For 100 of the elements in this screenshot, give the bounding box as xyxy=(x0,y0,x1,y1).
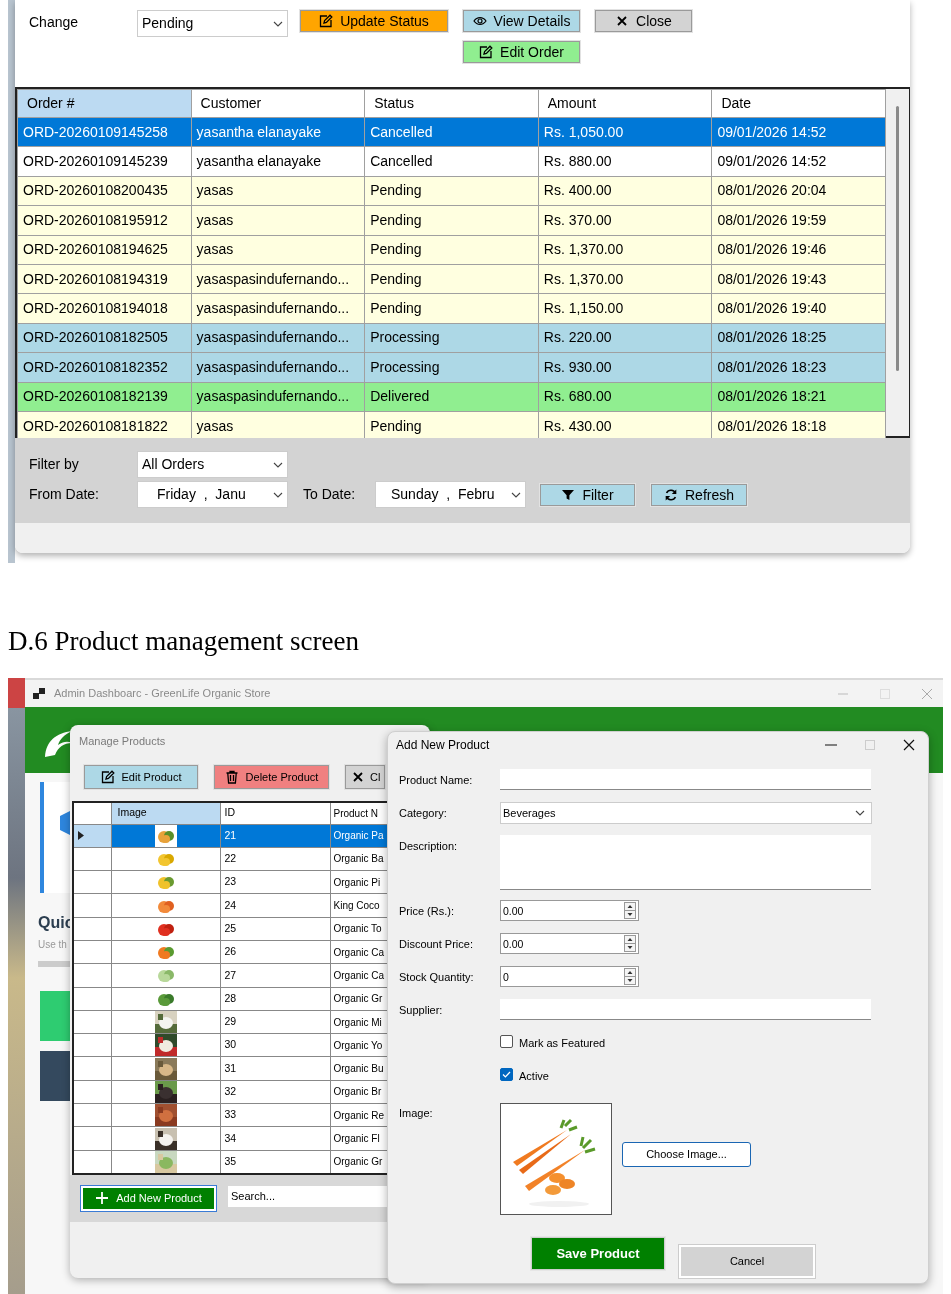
table-cell: 29 xyxy=(220,1010,330,1034)
table-row[interactable]: 30 Organic Yo xyxy=(73,1033,388,1057)
table-cell: Rs. 880.00 xyxy=(538,146,712,177)
table-row[interactable]: ORD-20260108182505 yasaspasindufernando... Processing Rs. 220.00 08/01/2026 18:25 xyxy=(17,323,886,353)
table-row[interactable]: ORD-20260108200435 yasas Pending Rs. 400.00 08/01/2026 20:04 xyxy=(17,176,886,206)
save-product-button[interactable]: Save Product xyxy=(531,1237,665,1270)
number-field[interactable]: 0.00 xyxy=(500,933,639,954)
row-header[interactable] xyxy=(73,1033,111,1057)
scrollbar[interactable] xyxy=(886,89,909,436)
table-row[interactable]: ORD-20260108194319 yasaspasindufernando... Pending Rs. 1,370.00 08/01/2026 19:43 xyxy=(17,264,886,294)
row-header[interactable] xyxy=(73,824,111,848)
refresh-icon xyxy=(664,487,678,502)
refresh-button[interactable]: Refresh xyxy=(651,483,747,506)
action-tile[interactable] xyxy=(40,991,72,1041)
text-field[interactable] xyxy=(500,769,871,790)
row-header[interactable] xyxy=(73,917,111,941)
table-cell: Processing xyxy=(364,352,539,382)
row-header[interactable] xyxy=(73,963,111,988)
edit-order-button[interactable]: Edit Order xyxy=(463,41,580,63)
row-header[interactable] xyxy=(73,893,111,918)
field-label: Discount Price: xyxy=(399,937,474,952)
column-header[interactable]: Amount xyxy=(538,89,712,118)
delete-product-button[interactable]: Delete Product xyxy=(214,765,329,789)
table-cell: ORD-20260108195912 xyxy=(17,205,192,236)
plus-icon xyxy=(95,1191,110,1206)
column-header[interactable]: Date xyxy=(711,89,886,118)
table-row[interactable]: 24 King Coco xyxy=(73,893,388,918)
date-picker[interactable]: Friday , Janu xyxy=(137,481,288,508)
table-cell: 28 xyxy=(220,987,330,1011)
table-cell: ORD-20260108182352 xyxy=(17,352,192,382)
caret-icon xyxy=(855,810,865,816)
column-header[interactable]: Order # xyxy=(17,89,192,118)
row-header[interactable] xyxy=(73,1056,111,1081)
table-row[interactable]: ORD-20260109145258 yasantha elanayake Cancelled Rs. 1,050.00 09/01/2026 14:52 xyxy=(17,117,886,147)
table-cell: 33 xyxy=(220,1103,330,1127)
table-row[interactable]: 22 Organic Ba xyxy=(73,847,388,871)
table-row[interactable]: ORD-20260108182139 yasaspasindufernando... Delivered Rs. 680.00 08/01/2026 18:21 xyxy=(17,382,886,412)
table-cell: 27 xyxy=(220,963,330,988)
table-row[interactable]: ORD-20260108195912 yasas Pending Rs. 370.00 08/01/2026 19:59 xyxy=(17,205,886,236)
checkbox[interactable] xyxy=(500,1068,513,1081)
close-button[interactable]: Cl xyxy=(345,765,385,789)
table-row[interactable]: 25 Organic To xyxy=(73,917,388,941)
category-dropdown[interactable]: Beverages xyxy=(500,802,872,824)
row-header[interactable] xyxy=(73,1126,111,1151)
close-button[interactable]: Close xyxy=(595,10,692,32)
table-cell: 22 xyxy=(220,847,330,871)
row-header[interactable] xyxy=(73,1103,111,1127)
row-header[interactable] xyxy=(73,987,111,1011)
table-row[interactable]: 35 Organic Gr xyxy=(73,1150,388,1174)
table-row[interactable]: 34 Organic Fl xyxy=(73,1126,388,1151)
text-field[interactable] xyxy=(500,999,871,1020)
table-row[interactable]: 27 Organic Ca xyxy=(73,963,388,988)
table-cell: 08/01/2026 19:46 xyxy=(711,235,886,265)
column-header[interactable]: Customer xyxy=(191,89,365,118)
table-row[interactable]: ORD-20260108182352 yasaspasindufernando... Processing Rs. 930.00 08/01/2026 18:23 xyxy=(17,352,886,382)
edit-product-button[interactable]: Edit Product xyxy=(84,765,198,789)
table-cell: 32 xyxy=(220,1080,330,1104)
action-tile[interactable] xyxy=(40,1051,72,1101)
row-header[interactable] xyxy=(73,1080,111,1104)
table-cell: Rs. 400.00 xyxy=(538,176,712,206)
close-button[interactable] xyxy=(902,738,916,752)
table-row[interactable]: ORD-20260108194018 yasaspasindufernando... Pending Rs. 1,150.00 08/01/2026 19:40 xyxy=(17,293,886,324)
close-icon xyxy=(615,14,630,28)
table-row[interactable]: 23 Organic Pi xyxy=(73,870,388,894)
view-details-button[interactable]: View Details xyxy=(463,10,580,32)
table-row[interactable]: ORD-20260108194625 yasas Pending Rs. 1,370.00 08/01/2026 19:46 xyxy=(17,235,886,265)
table-cell: yasantha elanayake xyxy=(191,146,365,177)
table-row[interactable]: 28 Organic Gr xyxy=(73,987,388,1011)
table-row[interactable]: 33 Organic Re xyxy=(73,1103,388,1127)
table-cell: Pending xyxy=(364,205,539,236)
app-icon xyxy=(33,687,46,700)
table-row[interactable]: 29 Organic Mi xyxy=(73,1010,388,1034)
table-row[interactable]: 26 Organic Ca xyxy=(73,940,388,964)
filter-button[interactable]: Filter xyxy=(540,483,635,506)
row-header[interactable] xyxy=(73,847,111,871)
field-label: Category: xyxy=(399,806,448,821)
table-row[interactable]: 32 Organic Br xyxy=(73,1080,388,1104)
table-row[interactable]: 31 Organic Bu xyxy=(73,1056,388,1081)
field-label: Stock Quantity: xyxy=(399,970,475,985)
table-cell: yasantha elanayake xyxy=(191,117,365,147)
number-field[interactable]: 0.00 xyxy=(500,900,639,921)
table-row[interactable]: ORD-20260109145239 yasantha elanayake Cancelled Rs. 880.00 09/01/2026 14:52 xyxy=(17,146,886,177)
column-header[interactable]: Status xyxy=(364,89,539,118)
add-product-button[interactable]: Add New Product xyxy=(81,1185,216,1211)
status-dropdown[interactable]: Pending xyxy=(137,10,288,37)
number-field[interactable]: 0 xyxy=(500,966,639,987)
date-picker[interactable]: Sunday , Febru xyxy=(375,481,526,508)
update-status-button[interactable]: Update Status xyxy=(300,10,448,32)
checkbox[interactable] xyxy=(500,1035,513,1048)
column-header[interactable]: Image xyxy=(111,802,220,824)
table-cell: Processing xyxy=(364,323,539,353)
column-header[interactable]: ID xyxy=(220,802,330,824)
row-header[interactable] xyxy=(73,1010,111,1034)
row-header[interactable] xyxy=(73,870,111,894)
row-header[interactable] xyxy=(73,940,111,964)
filter-dropdown[interactable]: All Orders xyxy=(137,451,288,478)
table-row[interactable]: 21 Organic Pa xyxy=(73,824,388,848)
cancel-button[interactable]: Cancel xyxy=(679,1245,815,1278)
choose-image-button[interactable]: Choose Image... xyxy=(622,1141,751,1167)
caret-icon xyxy=(273,20,283,27)
